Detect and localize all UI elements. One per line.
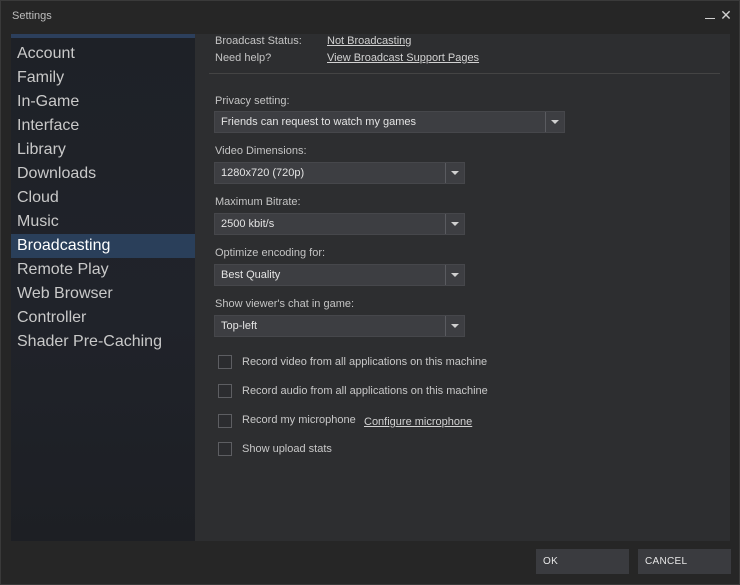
- video-dimensions-label: Video Dimensions:: [215, 145, 307, 157]
- chevron-down-icon[interactable]: [445, 265, 464, 285]
- sidebar-item-remote-play[interactable]: Remote Play: [11, 258, 195, 282]
- optimize-encoding-label: Optimize encoding for:: [215, 247, 326, 259]
- chevron-down-icon[interactable]: [445, 163, 464, 183]
- record-audio-label[interactable]: Record audio from all applications on th…: [242, 385, 488, 397]
- title-bar: Settings ✕: [1, 1, 740, 33]
- sidebar-nav: Account Family In-Game Interface Library…: [11, 42, 195, 354]
- broadcasting-panel: Broadcast Status: Not Broadcasting Need …: [195, 34, 730, 541]
- sidebar-item-web-browser[interactable]: Web Browser: [11, 282, 195, 306]
- sidebar-item-downloads[interactable]: Downloads: [11, 162, 195, 186]
- settings-sidebar: Account Family In-Game Interface Library…: [11, 34, 195, 541]
- privacy-setting-label: Privacy setting:: [215, 95, 290, 107]
- support-pages-link[interactable]: View Broadcast Support Pages: [327, 52, 479, 64]
- optimize-encoding-value: Best Quality: [221, 269, 281, 281]
- record-microphone-option[interactable]: Record my microphone Configure microphon…: [218, 414, 518, 430]
- maximum-bitrate-label: Maximum Bitrate:: [215, 196, 301, 208]
- video-dimensions-value: 1280x720 (720p): [221, 167, 305, 179]
- window-title: Settings: [12, 10, 52, 22]
- divider: [209, 73, 720, 74]
- chevron-down-icon[interactable]: [445, 316, 464, 336]
- record-microphone-label[interactable]: Record my microphone: [242, 414, 356, 426]
- sidebar-item-controller[interactable]: Controller: [11, 306, 195, 330]
- cancel-button[interactable]: CANCEL: [638, 549, 731, 574]
- privacy-setting-value: Friends can request to watch my games: [221, 116, 417, 128]
- maximum-bitrate-value: 2500 kbit/s: [221, 218, 275, 230]
- sidebar-item-interface[interactable]: Interface: [11, 114, 195, 138]
- chevron-down-icon[interactable]: [445, 214, 464, 234]
- broadcast-status-link[interactable]: Not Broadcasting: [327, 35, 411, 47]
- minimize-icon[interactable]: [703, 7, 717, 23]
- sidebar-item-cloud[interactable]: Cloud: [11, 186, 195, 210]
- privacy-setting-dropdown[interactable]: Friends can request to watch my games: [214, 111, 565, 133]
- settings-window: Settings ✕ Account Family In-Game Interf…: [0, 0, 740, 585]
- record-video-label[interactable]: Record video from all applications on th…: [242, 356, 487, 368]
- need-help-label: Need help?: [215, 52, 272, 64]
- record-audio-checkbox[interactable]: [218, 384, 232, 398]
- ok-button[interactable]: OK: [536, 549, 629, 574]
- optimize-encoding-dropdown[interactable]: Best Quality: [214, 264, 465, 286]
- viewer-chat-value: Top-left: [221, 320, 258, 332]
- sidebar-item-library[interactable]: Library: [11, 138, 195, 162]
- sidebar-item-shader-pre-caching[interactable]: Shader Pre-Caching: [11, 330, 195, 354]
- record-video-checkbox[interactable]: [218, 355, 232, 369]
- sidebar-item-family[interactable]: Family: [11, 66, 195, 90]
- sidebar-item-broadcasting[interactable]: Broadcasting: [11, 234, 195, 258]
- video-dimensions-dropdown[interactable]: 1280x720 (720p): [214, 162, 465, 184]
- sidebar-item-in-game[interactable]: In-Game: [11, 90, 195, 114]
- viewer-chat-label: Show viewer's chat in game:: [215, 298, 355, 310]
- viewer-chat-dropdown[interactable]: Top-left: [214, 315, 465, 337]
- upload-stats-checkbox[interactable]: [218, 442, 232, 456]
- sidebar-item-account[interactable]: Account: [11, 42, 195, 66]
- maximum-bitrate-dropdown[interactable]: 2500 kbit/s: [214, 213, 465, 235]
- configure-microphone-link[interactable]: Configure microphone: [364, 416, 472, 428]
- upload-stats-label[interactable]: Show upload stats: [242, 443, 332, 455]
- chevron-down-icon[interactable]: [545, 112, 564, 132]
- sidebar-item-music[interactable]: Music: [11, 210, 195, 234]
- close-icon[interactable]: ✕: [719, 7, 733, 23]
- record-microphone-checkbox[interactable]: [218, 414, 232, 428]
- broadcast-status-label: Broadcast Status:: [215, 35, 302, 47]
